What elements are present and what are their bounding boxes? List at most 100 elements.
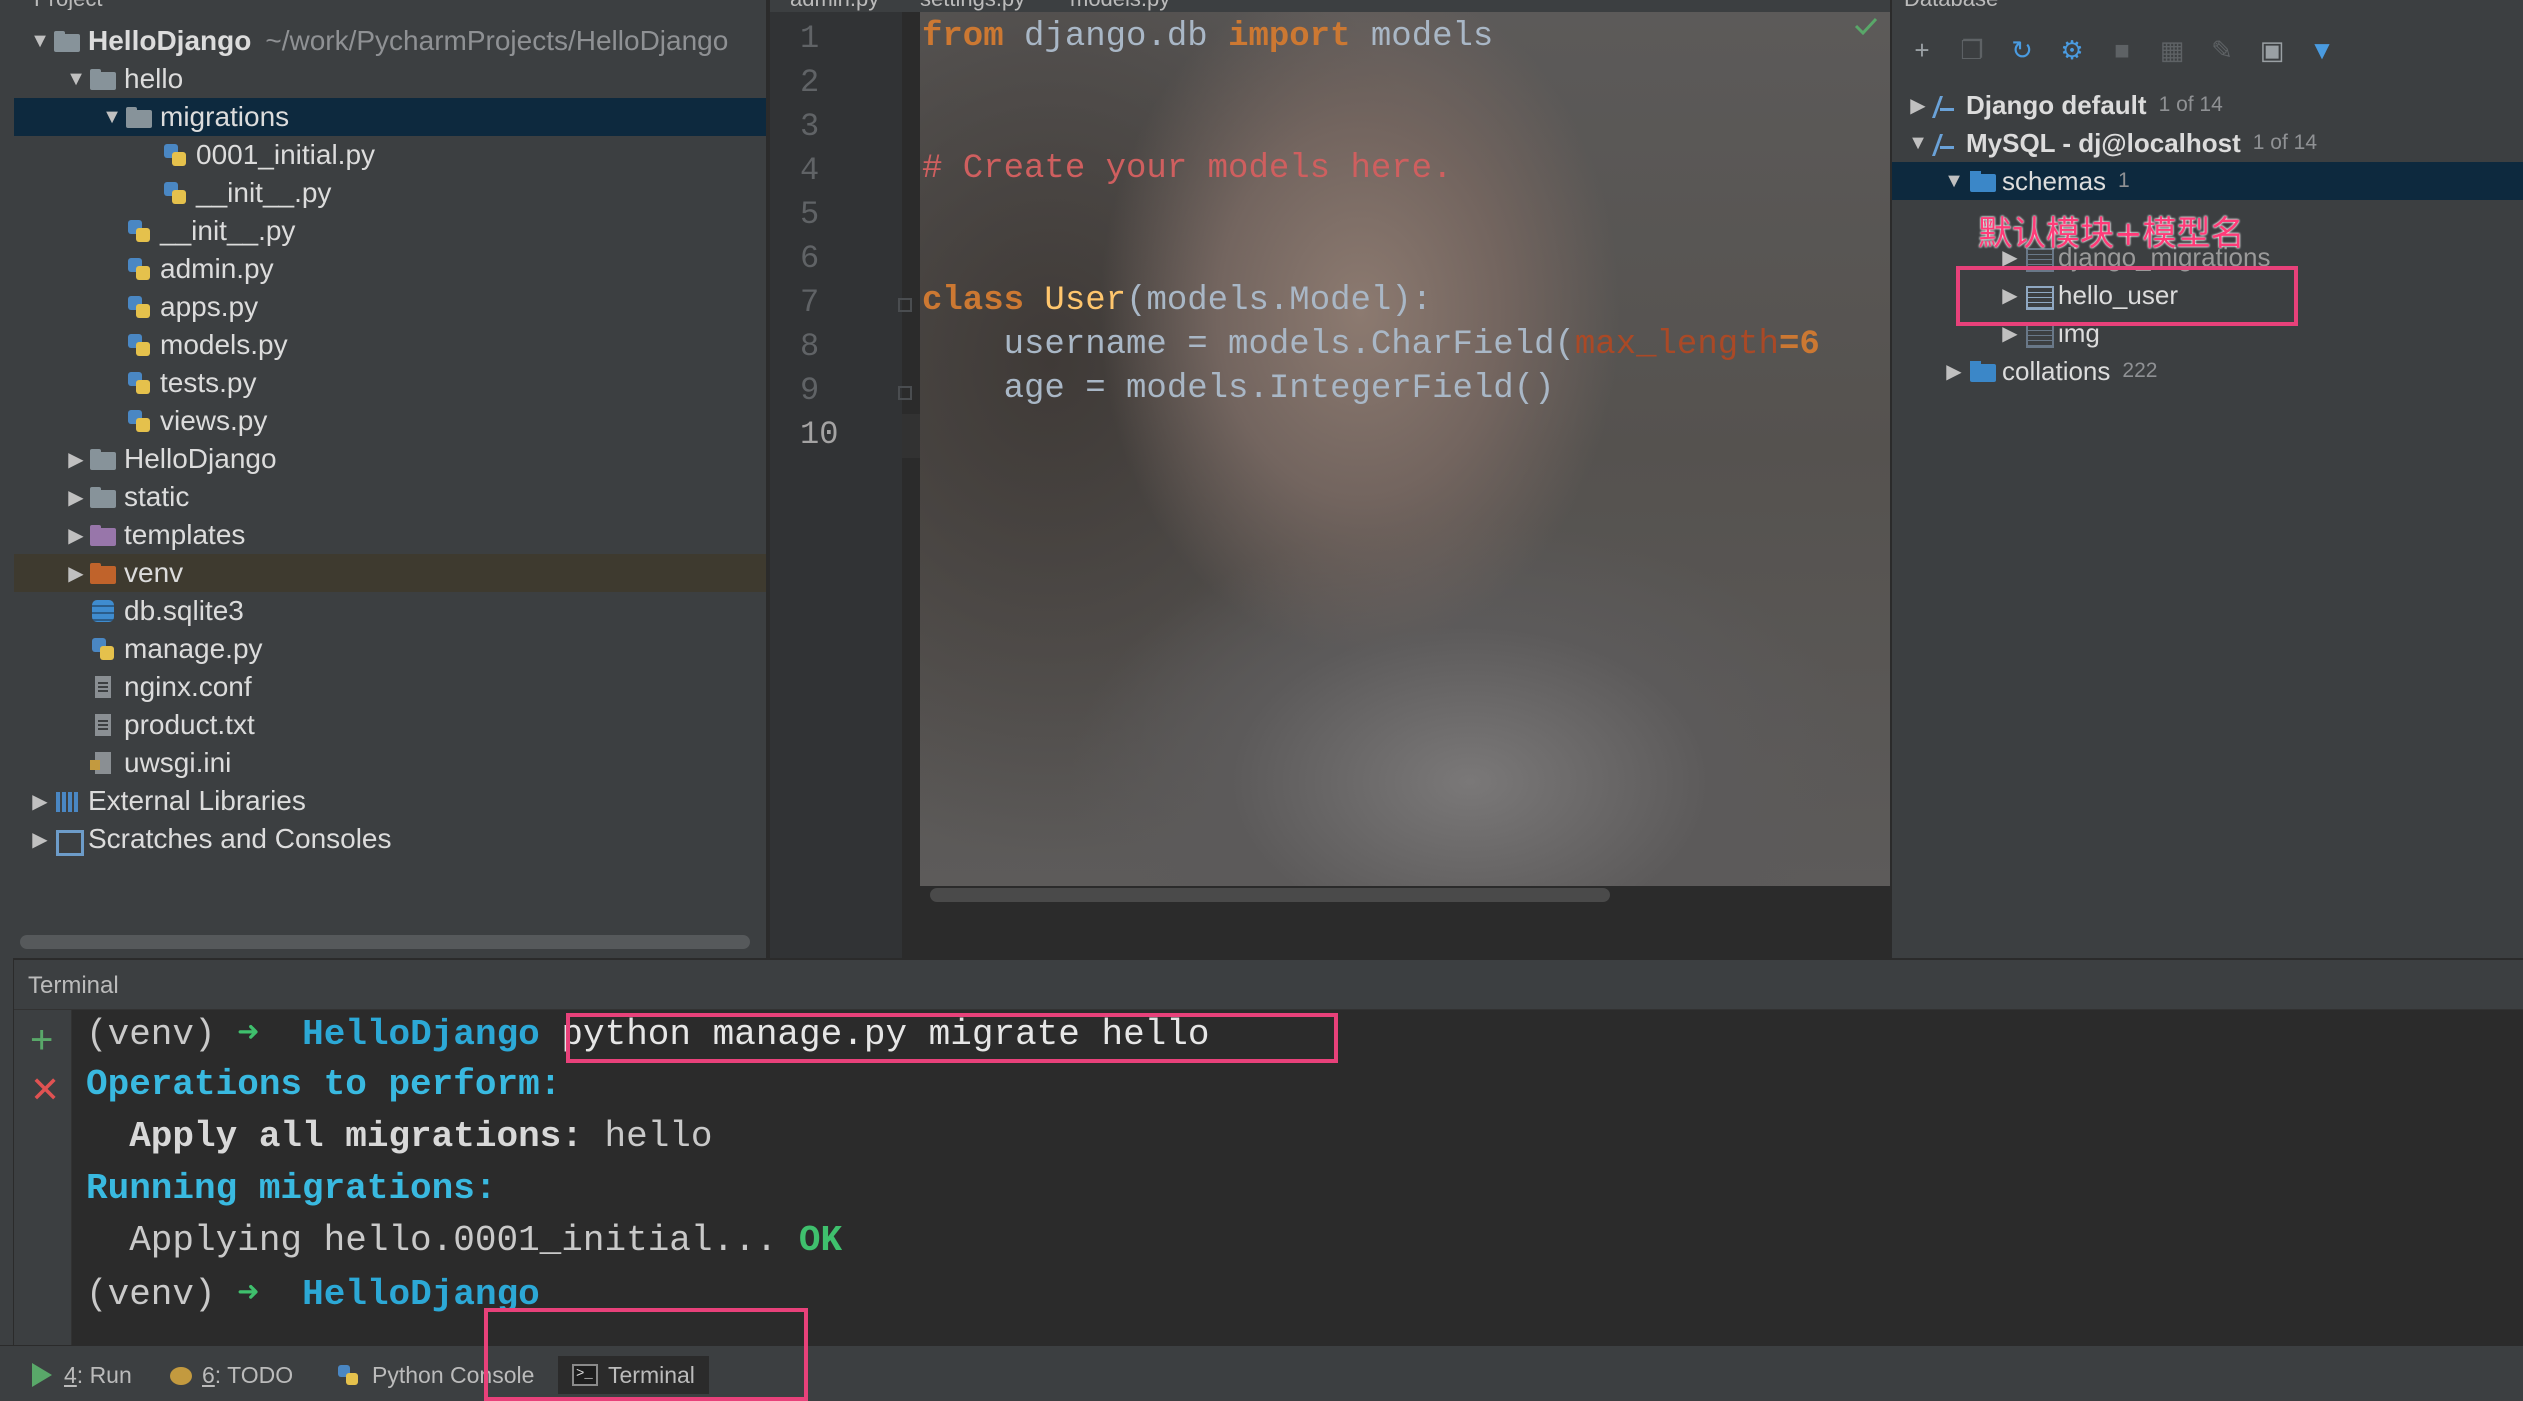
keyword-from: from	[922, 18, 1004, 56]
code-line-8: username = models.CharField(max_length=6	[922, 326, 1820, 364]
highlight-box-hello-user	[1956, 266, 2298, 326]
tree-item[interactable]: views.py	[14, 402, 766, 440]
tree-item-label: HelloDjango	[88, 25, 252, 56]
db-collations-node[interactable]: ▶ collations 222	[1892, 352, 2523, 390]
tree-item[interactable]: ▶ Scratches and Consoles	[14, 820, 766, 858]
database-panel-header: Database	[1904, 0, 2504, 10]
tab-settings-py[interactable]: settings.py	[920, 0, 1025, 12]
collapse-arrow-icon[interactable]: ▼	[1906, 132, 1930, 155]
collapse-arrow-icon[interactable]: ▼	[64, 68, 88, 91]
project-horizontal-scrollbar[interactable]	[20, 935, 750, 949]
prompt-venv: (venv)	[86, 1014, 216, 1055]
todo-tool-button[interactable]: 6: TODO	[168, 1356, 293, 1394]
database-file-icon	[88, 598, 118, 624]
stop-icon[interactable]: ■	[2102, 30, 2142, 70]
expand-arrow-icon[interactable]: ▶	[64, 561, 88, 586]
tree-item[interactable]: ▶ HelloDjango	[14, 440, 766, 478]
refresh-icon[interactable]: ↻	[2002, 30, 2042, 70]
tree-item-label: views.py	[160, 405, 268, 436]
tab-admin-py[interactable]: admin.py	[790, 0, 879, 12]
line-number: 4	[800, 152, 820, 189]
collations-folder-icon	[1966, 358, 1996, 384]
edit-icon[interactable]: ✎	[2202, 30, 2242, 70]
copy-icon[interactable]: ❐	[1952, 30, 1992, 70]
python-file-icon	[160, 142, 190, 168]
new-session-icon[interactable]: +	[30, 1020, 53, 1060]
todo-icon	[168, 1363, 194, 1387]
fold-marker-close[interactable]	[898, 386, 912, 400]
tree-item[interactable]: ▶ templates	[14, 516, 766, 554]
run-tool-button[interactable]: 4: Run	[32, 1356, 132, 1394]
python-file-icon	[124, 332, 154, 358]
collapse-arrow-icon[interactable]: ▼	[28, 30, 52, 53]
database-panel: Database + ❐ ↻ ⚙ ■ ▦ ✎ ▣ ▼ ▶ Django defa…	[1892, 0, 2523, 958]
tab-models-py[interactable]: models.py	[1070, 0, 1170, 12]
expand-arrow-icon[interactable]: ▶	[28, 827, 52, 852]
tree-item-label: venv	[124, 557, 184, 588]
db-connection-django-default[interactable]: ▶ Django default 1 of 14	[1892, 86, 2523, 124]
tree-item[interactable]: nginx.conf	[14, 668, 766, 706]
connection-count: 1 of 14	[2158, 93, 2223, 116]
close-session-icon[interactable]: ✕	[30, 1072, 60, 1108]
bottom-tool-window-bar: 4: Run 6: TODO Python Console >_ Termina…	[0, 1345, 2523, 1401]
tree-item[interactable]: 0001_initial.py	[14, 136, 766, 174]
collapse-arrow-icon[interactable]: ▼	[1942, 170, 1966, 193]
tree-item[interactable]: ▶ static	[14, 478, 766, 516]
schema-sync-icon[interactable]: ⚙	[2052, 30, 2092, 70]
highlight-box-terminal-tab	[484, 1308, 808, 1401]
add-icon[interactable]: +	[1902, 30, 1942, 70]
folder-icon	[88, 522, 118, 548]
tree-item[interactable]: manage.py	[14, 630, 766, 668]
tree-item-label: migrations	[160, 101, 290, 132]
terminal-output-running: Running migrations:	[86, 1168, 497, 1209]
expand-arrow-icon[interactable]: ▶	[1942, 359, 1966, 384]
project-panel: Project ▼HelloDjango~/work/PycharmProjec…	[0, 0, 768, 958]
expand-arrow-icon[interactable]: ▶	[64, 485, 88, 510]
apply-value: hello	[582, 1116, 713, 1157]
run-label: : Run	[76, 1361, 132, 1388]
tree-item[interactable]: ▼ migrations	[14, 98, 766, 136]
line-number: 3	[800, 108, 820, 145]
run-shortcut-number: 4	[64, 1361, 77, 1388]
tree-item-label: manage.py	[124, 633, 263, 664]
tree-item[interactable]: ▶ External Libraries	[14, 782, 766, 820]
ini-file-icon	[88, 750, 118, 776]
tree-item[interactable]: ▼ hello	[14, 60, 766, 98]
background-photo-image	[920, 12, 1890, 886]
tree-item[interactable]: product.txt	[14, 706, 766, 744]
tree-item[interactable]: apps.py	[14, 288, 766, 326]
checkmark-icon	[1854, 17, 1878, 36]
todo-label: : TODO	[214, 1361, 294, 1388]
connection-count: 1 of 14	[2252, 131, 2318, 154]
terminal-output-applying: Applying hello.0001_initial... OK	[86, 1220, 842, 1261]
editor-horizontal-scrollbar[interactable]	[930, 888, 1610, 902]
expand-arrow-icon[interactable]: ▶	[1906, 93, 1930, 118]
fold-marker-open[interactable]	[898, 298, 912, 312]
connection-label: MySQL - dj@localhost	[1966, 127, 2241, 158]
filter-icon[interactable]: ▼	[2302, 30, 2342, 70]
tree-item[interactable]: models.py	[14, 326, 766, 364]
tree-item-label: tests.py	[160, 367, 257, 398]
tree-item[interactable]: ▼ HelloDjango ~/work/PycharmProjects/Hello…	[14, 22, 766, 60]
sql-console-icon[interactable]: ▣	[2252, 30, 2292, 70]
tree-item[interactable]: db.sqlite3	[14, 592, 766, 630]
code-editor[interactable]: admin.py settings.py models.py 1 2 3 4 5 6 7 8 9…	[770, 0, 1890, 958]
line-number: 9	[800, 372, 820, 409]
tree-item[interactable]: ▶ venv	[14, 554, 766, 592]
table-view-icon[interactable]: ▦	[2152, 30, 2192, 70]
tree-item[interactable]: __init__.py	[14, 212, 766, 250]
tree-item-label: nginx.conf	[124, 671, 252, 702]
schema-folder-icon	[1966, 168, 1996, 194]
db-connection-mysql[interactable]: ▼ MySQL - dj@localhost 1 of 14	[1892, 124, 2523, 162]
tree-item-label: 0001_initial.py	[196, 139, 376, 170]
highlight-box-command	[566, 1013, 1338, 1063]
expand-arrow-icon[interactable]: ▶	[64, 447, 88, 472]
tree-item[interactable]: tests.py	[14, 364, 766, 402]
collapse-arrow-icon[interactable]: ▼	[100, 106, 124, 129]
tree-item[interactable]: __init__.py	[14, 174, 766, 212]
expand-arrow-icon[interactable]: ▶	[28, 789, 52, 814]
db-schemas-node[interactable]: ▼ schemas 1	[1892, 162, 2523, 200]
tree-item[interactable]: uwsgi.ini	[14, 744, 766, 782]
tree-item[interactable]: admin.py	[14, 250, 766, 288]
expand-arrow-icon[interactable]: ▶	[64, 523, 88, 548]
